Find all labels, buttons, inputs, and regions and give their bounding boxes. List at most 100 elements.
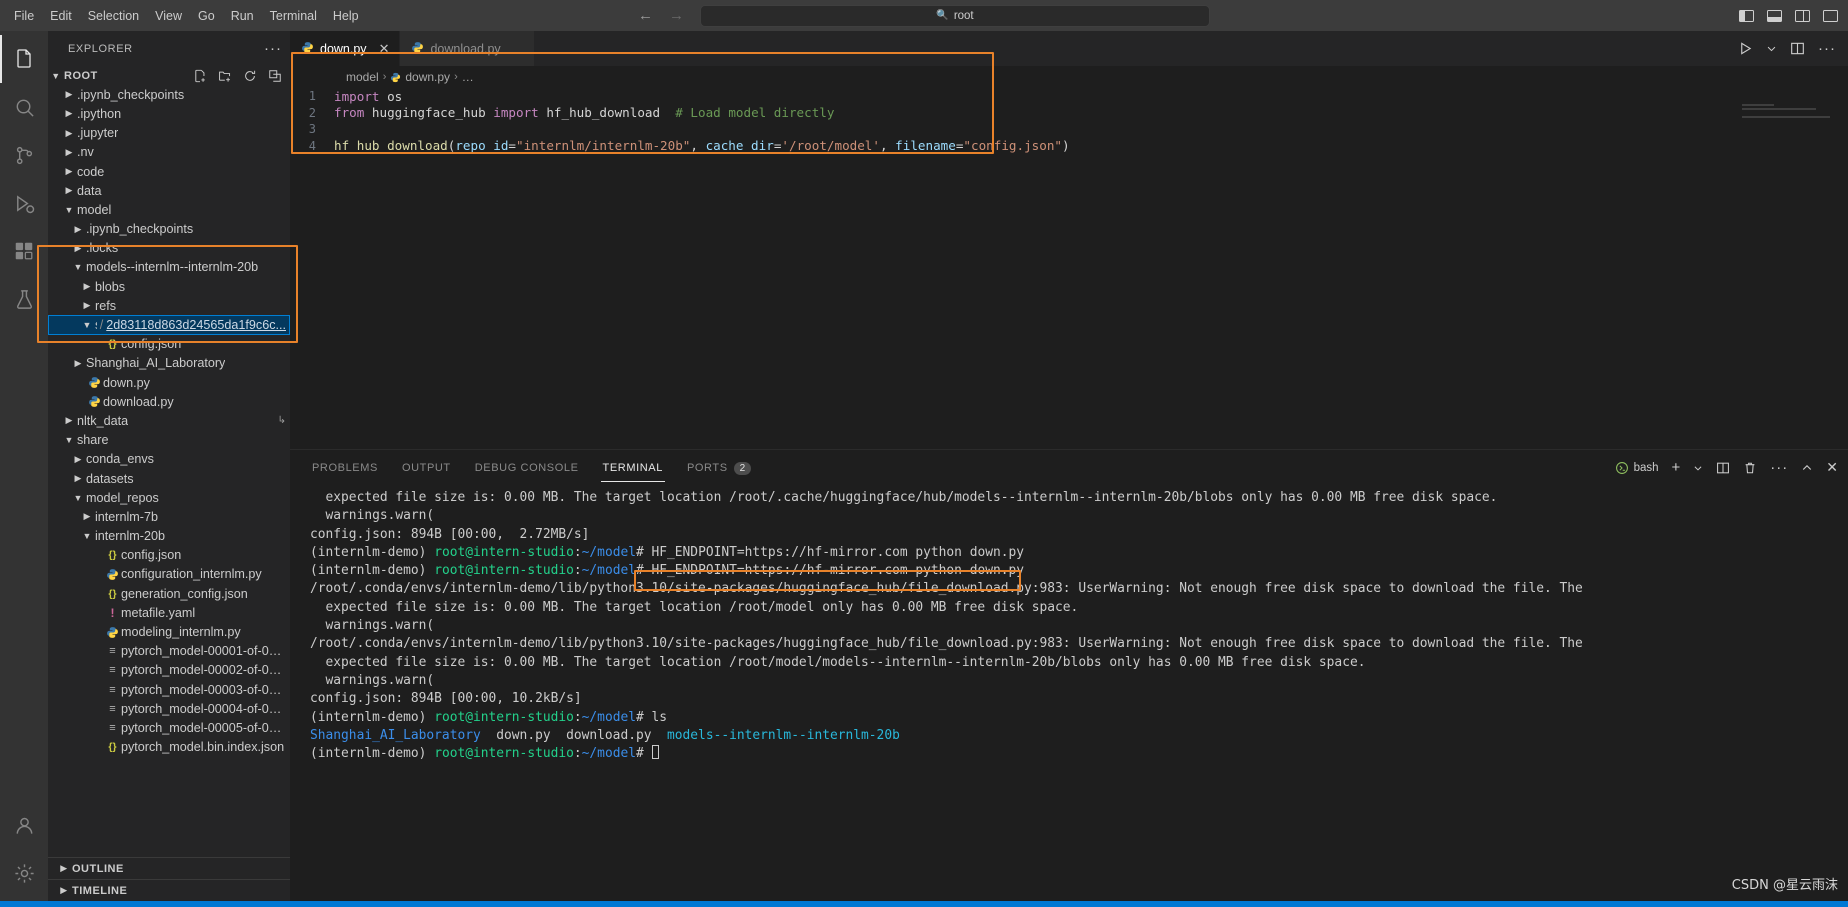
tree-item--ipython[interactable]: ▶ .ipython: [48, 104, 290, 123]
json-file-icon: {}: [108, 587, 117, 600]
panel-tab-terminal[interactable]: TERMINAL: [600, 453, 666, 482]
tree-item--ipynb-checkpoints[interactable]: ▶ .ipynb_checkpoints: [48, 220, 290, 239]
tree-item-blobs[interactable]: ▶ blobs: [48, 277, 290, 296]
panel-tab-ports[interactable]: PORTS 2: [685, 453, 753, 483]
tree-item-refs[interactable]: ▶ refs: [48, 296, 290, 315]
tree-item-models-internlm-internlm-20b[interactable]: ▼ models--internlm--internlm-20b: [48, 258, 290, 277]
layout-split-icon[interactable]: [1823, 9, 1838, 22]
refresh-icon[interactable]: [243, 69, 257, 83]
tree-item-pytorch-model-00003-of-00005-bin[interactable]: ▶≡pytorch_model-00003-of-00005.bin: [48, 680, 290, 699]
new-file-icon[interactable]: [193, 69, 207, 83]
terminal-output[interactable]: expected file size is: 0.00 MB. The targ…: [290, 485, 1848, 901]
tree-item-internlm-7b[interactable]: ▶ internlm-7b: [48, 507, 290, 526]
split-editor-icon[interactable]: [1790, 41, 1805, 56]
tree-item-generation-config-json[interactable]: ▶{}generation_config.json: [48, 584, 290, 603]
tree-item-datasets[interactable]: ▶ datasets: [48, 469, 290, 488]
close-icon[interactable]: ✕: [1826, 459, 1838, 476]
activity-item-source-control[interactable]: [0, 131, 48, 179]
tree-item-code[interactable]: ▶ code: [48, 162, 290, 181]
breadcrumb-item-file[interactable]: down.py: [405, 70, 450, 84]
tree-item--locks[interactable]: ▶ .locks: [48, 239, 290, 258]
quick-open-input[interactable]: 🔍 root: [700, 4, 1210, 27]
activity-item-search[interactable]: [0, 83, 48, 131]
panel-tab-label: PORTS: [686, 462, 728, 474]
code-line[interactable]: 2 from huggingface_hub import hf_hub_down…: [290, 105, 1848, 122]
tree-item-config-json[interactable]: ▶{}config.json: [48, 546, 290, 565]
tree-item-nltk-data[interactable]: ▶ nltk_data ↳: [48, 411, 290, 430]
terminal-line: warnings.warn(: [310, 507, 1848, 525]
tree-item-pytorch-model-00002-of-00005-bin[interactable]: ▶≡pytorch_model-00002-of-00005.bin: [48, 661, 290, 680]
code-line-text: hf_hub_download(repo_id="internlm/intern…: [334, 138, 1070, 153]
tree-item-share[interactable]: ▼ share: [48, 431, 290, 450]
tree-root-row[interactable]: ▼ ROOT: [48, 66, 290, 85]
tree-item-label: data: [77, 183, 102, 198]
code-line[interactable]: 1 import os: [290, 88, 1848, 105]
tree-item-model[interactable]: ▼ model: [48, 200, 290, 219]
code-editor[interactable]: 1 import os 2 from huggingface_hub import h…: [290, 88, 1848, 449]
breadcrumb-item-symbol[interactable]: …: [462, 70, 474, 84]
trash-icon[interactable]: [1743, 461, 1757, 475]
tree-item-conda-envs[interactable]: ▶ conda_envs: [48, 450, 290, 469]
gear-icon: [14, 863, 34, 883]
tree-item-pytorch-model-00004-of-00005-bin[interactable]: ▶≡pytorch_model-00004-of-00005.bin: [48, 699, 290, 718]
chevron-down-icon[interactable]: [1693, 463, 1703, 473]
code-line[interactable]: 4 hf_hub_download(repo_id="internlm/inter…: [290, 138, 1848, 155]
tree-item-internlm-20b[interactable]: ▼ internlm-20b: [48, 527, 290, 546]
tree-item-model-repos[interactable]: ▼ model_repos: [48, 488, 290, 507]
activity-item-settings[interactable]: [0, 849, 48, 897]
run-icon[interactable]: [1738, 41, 1753, 56]
new-terminal-icon[interactable]: +: [1672, 459, 1681, 476]
tree-item-snapshots[interactable]: ▼snapshots/2d83118d863d24565da1f9c6c...: [48, 315, 290, 335]
tree-item--nv[interactable]: ▶ .nv: [48, 143, 290, 162]
minimap[interactable]: [1742, 88, 1834, 449]
file-tree[interactable]: ▼ ROOT ▶ .ipynb_checkpoints ▶ .ipython ▶ .jup…: [48, 66, 290, 857]
activity-item-testing[interactable]: [0, 275, 48, 323]
close-icon[interactable]: ✕: [379, 41, 390, 57]
sidebar-section-outline[interactable]: ▶ OUTLINE: [48, 857, 290, 879]
tree-item-data[interactable]: ▶ data: [48, 181, 290, 200]
panel-tab-problems[interactable]: PROBLEMS: [310, 453, 380, 482]
chevron-right-icon: ▶: [83, 300, 91, 311]
arrow-right-icon[interactable]: →: [669, 8, 684, 23]
tree-item-modeling-internlm-py[interactable]: ▶modeling_internlm.py: [48, 622, 290, 641]
more-actions-icon[interactable]: ···: [264, 40, 282, 57]
tree-item-metafile-yaml[interactable]: ▶!metafile.yaml: [48, 603, 290, 622]
panel-right-icon[interactable]: [1795, 9, 1810, 22]
more-actions-icon[interactable]: ···: [1770, 459, 1788, 476]
split-terminal-icon[interactable]: [1716, 461, 1730, 475]
tree-item-pytorch-model-00005-of-00005-bin[interactable]: ▶≡pytorch_model-00005-of-00005.bin: [48, 718, 290, 737]
editor-tab-download-py[interactable]: download.py ✕: [400, 31, 535, 66]
sidebar-section-outline-label: OUTLINE: [72, 862, 124, 875]
activity-item-accounts[interactable]: [0, 801, 48, 849]
panel-bottom-icon[interactable]: [1767, 9, 1782, 22]
tree-item--jupyter[interactable]: ▶ .jupyter: [48, 124, 290, 143]
sidebar-section-timeline[interactable]: ▶ TIMELINE: [48, 879, 290, 901]
chevron-down-icon[interactable]: [1766, 43, 1777, 54]
chevron-right-icon: ▶: [74, 453, 82, 464]
tree-item-pytorch-model-00001-of-00005-bin[interactable]: ▶≡pytorch_model-00001-of-00005.bin: [48, 642, 290, 661]
tree-item-configuration-internlm-py[interactable]: ▶configuration_internlm.py: [48, 565, 290, 584]
arrow-left-icon[interactable]: ←: [638, 8, 653, 23]
collapse-all-icon[interactable]: [268, 69, 282, 83]
new-folder-icon[interactable]: [218, 69, 232, 83]
panel-left-icon[interactable]: [1739, 9, 1754, 22]
more-actions-icon[interactable]: ···: [1818, 40, 1836, 57]
terminal-scrollbar[interactable]: [1834, 485, 1848, 901]
tree-item-shanghai-ai-laboratory[interactable]: ▶ Shanghai_AI_Laboratory: [48, 354, 290, 373]
editor-tab-down-py[interactable]: down.py ✕: [290, 31, 401, 66]
code-line[interactable]: 3: [290, 121, 1848, 138]
tree-item--ipynb-checkpoints[interactable]: ▶ .ipynb_checkpoints: [48, 85, 290, 104]
terminal-shell-selector[interactable]: bash: [1615, 461, 1659, 475]
tree-item-pytorch-model-bin-index-json[interactable]: ▶{}pytorch_model.bin.index.json: [48, 738, 290, 757]
activity-item-explorer[interactable]: [0, 35, 48, 83]
tree-item-down-py[interactable]: ▶down.py: [48, 373, 290, 392]
activity-item-run-debug[interactable]: [0, 179, 48, 227]
tree-item-config-json[interactable]: ▶{}config.json: [48, 335, 290, 354]
activity-item-extensions[interactable]: [0, 227, 48, 275]
tree-item-download-py[interactable]: ▶download.py: [48, 392, 290, 411]
breadcrumb-item-model[interactable]: model: [346, 70, 379, 84]
terminal-line: expected file size is: 0.00 MB. The targ…: [310, 599, 1848, 617]
panel-tab-output[interactable]: OUTPUT: [400, 453, 453, 482]
chevron-up-icon[interactable]: [1801, 462, 1813, 474]
panel-tab-debug-console[interactable]: DEBUG CONSOLE: [473, 453, 581, 482]
